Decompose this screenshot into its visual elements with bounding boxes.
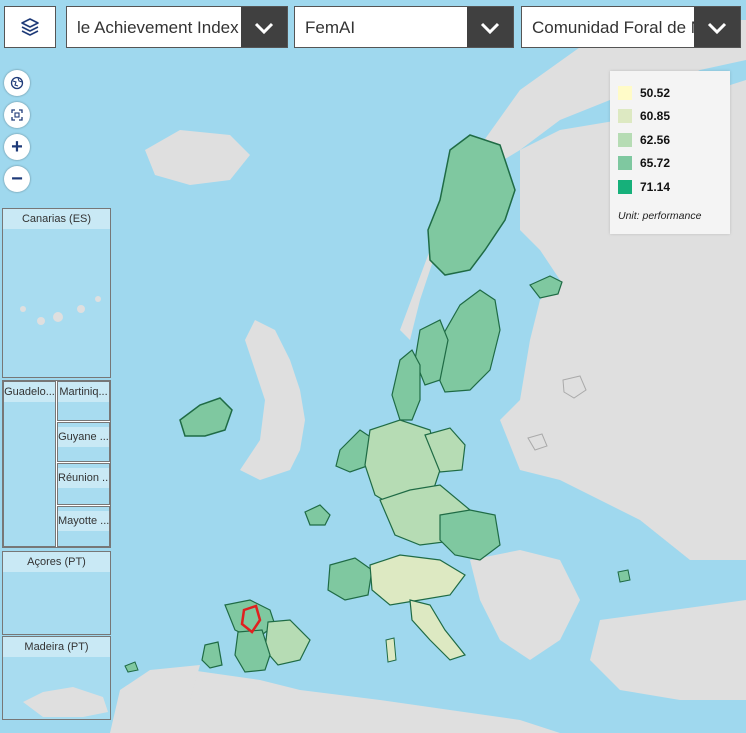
inset-label: Guyane ... bbox=[58, 427, 109, 447]
measure-select[interactable]: FemAI bbox=[294, 6, 514, 48]
region-bulgaria[interactable] bbox=[617, 569, 631, 583]
inset-madeira-shape bbox=[23, 687, 108, 717]
measure-select-value: FemAI bbox=[305, 18, 356, 37]
legend-swatch bbox=[618, 109, 632, 123]
inset-canarias[interactable]: Canarias (ES) bbox=[2, 208, 111, 378]
inset-label: Canarias (ES) bbox=[3, 209, 110, 229]
fit-extent-button[interactable] bbox=[4, 102, 30, 128]
fit-extent-icon bbox=[11, 109, 23, 121]
inset-martinique[interactable]: Martiniq... bbox=[57, 381, 110, 421]
legend-value: 65.72 bbox=[640, 156, 671, 170]
inset-label: Madeira (PT) bbox=[3, 637, 110, 657]
inset-label: Martiniq... bbox=[58, 382, 109, 402]
inset-acores[interactable]: Açores (PT) bbox=[2, 551, 111, 635]
globe-button[interactable] bbox=[4, 70, 30, 96]
indicator-select-arrow[interactable] bbox=[241, 7, 287, 47]
inset-label: Réunion ... bbox=[58, 468, 109, 488]
globe-icon bbox=[10, 76, 24, 90]
legend-item: 60.85 bbox=[618, 108, 670, 124]
measure-select-arrow[interactable] bbox=[467, 7, 513, 47]
legend-unit: Unit: performance bbox=[618, 210, 702, 222]
legend: 50.52 60.85 62.56 65.72 71.14 Unit: perf… bbox=[610, 71, 730, 234]
legend-value: 62.56 bbox=[640, 133, 671, 147]
inset-madeira[interactable]: Madeira (PT) bbox=[2, 636, 111, 720]
inset-group-overseas: Guadelo... Martiniq... Guyane ... Réunio… bbox=[2, 380, 111, 548]
inset-mayotte[interactable]: Mayotte ... bbox=[57, 506, 110, 547]
chevron-down-icon bbox=[707, 22, 727, 34]
legend-value: 71.14 bbox=[640, 180, 671, 194]
chevron-down-icon bbox=[480, 22, 500, 34]
legend-swatch bbox=[618, 86, 632, 100]
indicator-select[interactable]: le Achievement Index bbox=[66, 6, 288, 48]
inset-reunion[interactable]: Réunion ... bbox=[57, 463, 110, 505]
inset-canarias-shape bbox=[20, 296, 101, 325]
inset-guyane[interactable]: Guyane ... bbox=[57, 422, 110, 462]
legend-item: 62.56 bbox=[618, 132, 670, 148]
inset-label: Açores (PT) bbox=[3, 552, 110, 572]
inset-guadeloupe[interactable]: Guadelo... bbox=[3, 381, 56, 547]
indicator-select-value: le Achievement Index bbox=[77, 18, 239, 37]
legend-swatch bbox=[618, 156, 632, 170]
legend-item: 65.72 bbox=[618, 155, 670, 171]
legend-item: 71.14 bbox=[618, 179, 670, 195]
legend-swatch bbox=[618, 180, 632, 194]
inset-label: Mayotte ... bbox=[58, 511, 109, 531]
legend-swatch bbox=[618, 133, 632, 147]
layers-button[interactable] bbox=[4, 6, 56, 48]
legend-item: 50.52 bbox=[618, 85, 670, 101]
layers-icon bbox=[21, 18, 39, 36]
legend-value: 60.85 bbox=[640, 109, 671, 123]
region-select-value: Comunidad Foral de N bbox=[532, 18, 704, 37]
zoom-out-button[interactable]: − bbox=[4, 166, 30, 192]
inset-label: Guadelo... bbox=[4, 382, 55, 402]
zoom-in-button[interactable]: + bbox=[4, 134, 30, 160]
chevron-down-icon bbox=[254, 22, 274, 34]
legend-value: 50.52 bbox=[640, 86, 671, 100]
region-select-arrow[interactable] bbox=[694, 7, 740, 47]
toolbar: le Achievement Index FemAI Comunidad For… bbox=[0, 6, 746, 50]
region-sardinia[interactable] bbox=[385, 637, 397, 663]
region-select[interactable]: Comunidad Foral de N bbox=[521, 6, 741, 48]
